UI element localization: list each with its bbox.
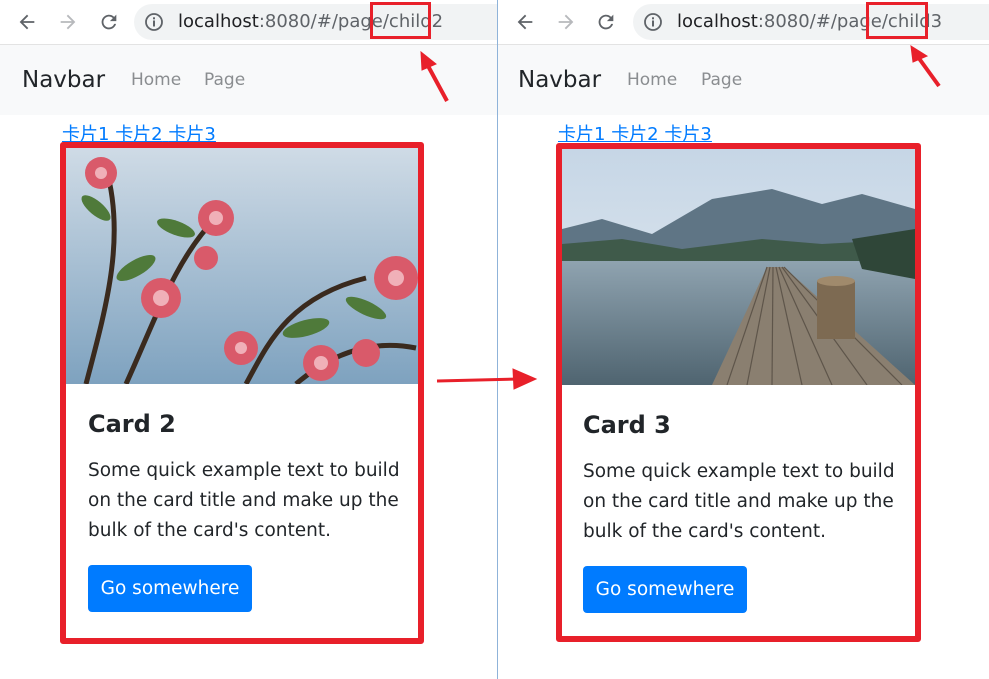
card-image-flowers <box>66 148 418 384</box>
card: Card 2 Some quick example text to build … <box>60 142 424 644</box>
navbar: Navbar Home Page <box>0 45 497 115</box>
go-somewhere-button[interactable]: Go somewhere <box>583 566 747 613</box>
card-link-2[interactable]: 卡片2 <box>611 124 658 145</box>
info-icon[interactable] <box>643 12 663 32</box>
nav-link-page[interactable]: Page <box>701 70 742 90</box>
navbar: Navbar Home Page <box>498 45 989 115</box>
card: Card 3 Some quick example text to build … <box>556 143 921 642</box>
reload-icon[interactable] <box>98 11 120 33</box>
info-icon[interactable] <box>144 12 164 32</box>
card-link-3[interactable]: 卡片3 <box>664 124 711 145</box>
card-text: Some quick example text to build on the … <box>88 460 400 541</box>
url-annotation-box <box>370 2 431 39</box>
address-bar[interactable]: localhost:8080/#/page/child3 <box>633 4 989 40</box>
forward-icon[interactable] <box>57 11 79 33</box>
card-text: Some quick example text to build on the … <box>583 461 895 542</box>
card-title: Card 3 <box>583 411 671 439</box>
nav-link-page[interactable]: Page <box>204 70 245 90</box>
left-browser-window: localhost:8080/#/page/child2 Navbar Home… <box>0 0 498 679</box>
back-icon[interactable] <box>16 11 38 33</box>
card-link-1[interactable]: 卡片1 <box>558 124 605 145</box>
go-somewhere-button[interactable]: Go somewhere <box>88 565 252 612</box>
reload-icon[interactable] <box>595 11 617 33</box>
navbar-brand[interactable]: Navbar <box>22 67 105 93</box>
back-icon[interactable] <box>514 11 536 33</box>
nav-link-home[interactable]: Home <box>627 70 677 90</box>
right-browser-window: localhost:8080/#/page/child3 Navbar Home… <box>498 0 989 679</box>
card-title: Card 2 <box>88 410 176 438</box>
card-image-lake <box>562 149 915 385</box>
forward-icon[interactable] <box>555 11 577 33</box>
url-annotation-box <box>866 2 928 39</box>
nav-link-home[interactable]: Home <box>131 70 181 90</box>
navbar-brand[interactable]: Navbar <box>518 67 601 93</box>
address-bar[interactable]: localhost:8080/#/page/child2 <box>134 4 497 40</box>
